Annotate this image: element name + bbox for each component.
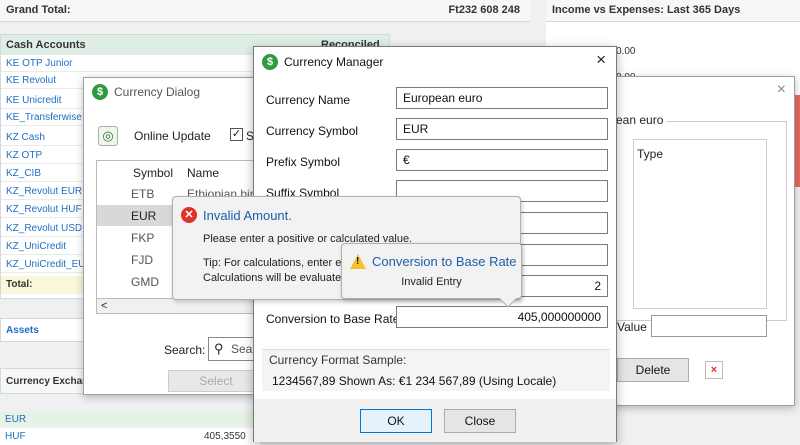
search-value: Sea: [231, 342, 253, 356]
show-checkbox[interactable]: ✓: [230, 128, 243, 141]
group-title: ean euro: [613, 113, 667, 127]
value-input[interactable]: [651, 315, 767, 337]
currency-dialog-titlebar: $ Currency Dialog: [84, 78, 267, 106]
prefix-symbol-input[interactable]: €: [396, 149, 608, 171]
tooltip-tip-line1: Tip: For calculations, enter e: [203, 257, 342, 269]
search-icon: ⚲: [214, 341, 224, 356]
select-button[interactable]: Select: [168, 370, 264, 392]
scroll-left-icon[interactable]: <: [101, 300, 107, 312]
format-sample-title: Currency Format Sample:: [269, 353, 407, 367]
error-icon: ✕: [181, 207, 197, 223]
history-list[interactable]: [633, 139, 767, 309]
conversion-rate-tooltip: ! Conversion to Base Rate Invalid Entry: [341, 243, 522, 308]
close-icon[interactable]: ×: [777, 81, 786, 99]
tooltip-title: Conversion to Base Rate: [372, 254, 517, 269]
symbol-column-header: Symbol: [133, 166, 174, 180]
dollar-icon: $: [262, 54, 278, 70]
horizontal-scrollbar[interactable]: <: [96, 298, 266, 314]
conversion-rate-input[interactable]: 405,000000000: [396, 306, 608, 328]
online-update-label: Online Update: [134, 129, 211, 143]
format-sample-value: 1234567,89 Shown As: €1 234 567,89 (Usin…: [272, 374, 557, 388]
online-update-icon[interactable]: ◎: [98, 126, 118, 146]
income-expense-title: Income vs Expenses: Last 365 Days: [552, 4, 741, 16]
grand-total-label: Grand Total:: [6, 4, 71, 16]
dialog-footer: [254, 399, 616, 442]
rate-row-huf: HUF 405,3550: [0, 428, 260, 445]
format-sample-box: Currency Format Sample: 1234567,89 Shown…: [262, 349, 610, 391]
conversion-rate-label: Conversion to Base Rate: [266, 312, 400, 326]
dollar-icon: $: [92, 84, 108, 100]
ok-button[interactable]: OK: [360, 409, 432, 433]
currency-manager-title: Currency Manager: [284, 55, 384, 69]
tooltip-title: Invalid Amount.: [203, 208, 292, 223]
currency-dialog-title: Currency Dialog: [114, 85, 201, 99]
name-column-header: Name: [187, 166, 220, 180]
currency-name-label: Currency Name: [266, 93, 351, 107]
income-expense-header: Income vs Expenses: Last 365 Days: [546, 0, 800, 22]
prefix-symbol-label: Prefix Symbol: [266, 155, 341, 169]
delete-x-button[interactable]: ×: [705, 361, 723, 379]
tooltip-tip-line2: Calculations will be evaluate: [203, 272, 342, 284]
currency-symbol-input[interactable]: EUR: [396, 118, 608, 140]
grand-total-value: Ft232 608 248: [448, 4, 520, 16]
rate-row-eur: EUR: [0, 412, 260, 427]
close-button[interactable]: Close: [444, 409, 516, 433]
background-dialog: × ean euro Type Value Delete ×: [600, 76, 795, 406]
total-label: Total:: [6, 279, 33, 290]
currency-symbol-label: Currency Symbol: [266, 124, 359, 138]
currency-name-input[interactable]: European euro: [396, 87, 608, 109]
grand-total-bar: Grand Total: Ft232 608 248: [0, 0, 530, 22]
axis-tick: 0.00: [616, 46, 636, 57]
delete-button[interactable]: Delete: [617, 358, 689, 382]
warning-mark: !: [356, 256, 360, 267]
value-label: Value: [617, 320, 647, 334]
search-label: Search:: [164, 343, 206, 357]
cash-accounts-title: Cash Accounts: [6, 39, 86, 51]
close-icon[interactable]: ×: [596, 50, 606, 70]
type-column-header: Type: [637, 147, 664, 161]
table-header: Symbol Name: [97, 161, 265, 183]
tooltip-message: Invalid Entry: [401, 276, 462, 288]
